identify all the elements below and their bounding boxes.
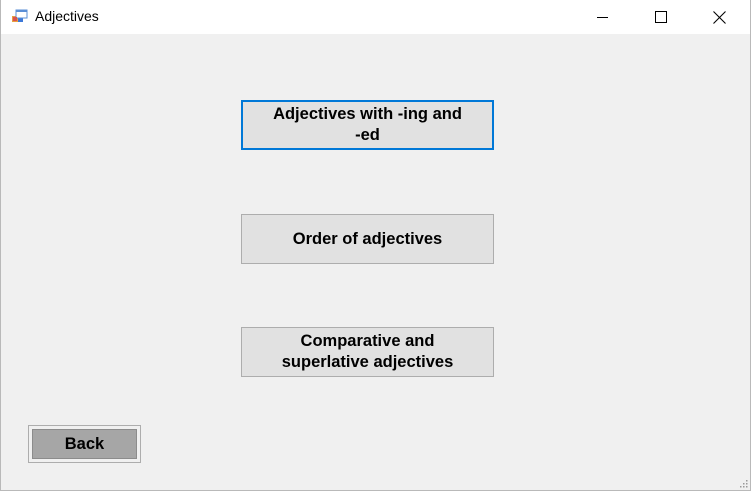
adjectives-ing-ed-label: Adjectives with -ing and -ed xyxy=(273,104,462,146)
back-button-face: Back xyxy=(32,429,137,459)
comparative-superlative-button[interactable]: Comparative and superlative adjectives xyxy=(241,327,494,377)
order-of-adjectives-button[interactable]: Order of adjectives xyxy=(241,214,494,264)
back-label: Back xyxy=(64,434,105,453)
comparative-superlative-label: Comparative and superlative adjectives xyxy=(282,331,454,373)
title-bar[interactable]: Adjectives xyxy=(1,0,750,34)
order-of-adjectives-label: Order of adjectives xyxy=(292,229,443,248)
maximize-button[interactable] xyxy=(638,0,684,34)
resize-grip-icon[interactable] xyxy=(738,478,748,488)
comparative-label-line2: superlative adjectives xyxy=(281,353,454,371)
minimize-button[interactable] xyxy=(580,0,626,34)
form-client-area: Adjectives with -ing and -ed Order of ad… xyxy=(1,36,750,490)
adjectives-ing-ed-label-line2: -ed xyxy=(355,126,380,144)
adjectives-ing-ed-label-line1: Adjectives with -ing and xyxy=(273,105,462,123)
minimize-icon xyxy=(597,17,608,18)
close-button[interactable] xyxy=(696,0,742,34)
comparative-label-line1: Comparative and xyxy=(300,332,435,350)
back-button[interactable]: Back xyxy=(28,425,141,463)
app-icon xyxy=(12,9,28,22)
adjectives-window: Adjectives Adjectives with -ing and -ed … xyxy=(0,0,751,491)
close-icon xyxy=(712,10,726,24)
maximize-icon xyxy=(655,11,667,23)
window-title: Adjectives xyxy=(35,8,99,24)
adjectives-ing-ed-button[interactable]: Adjectives with -ing and -ed xyxy=(241,100,494,150)
